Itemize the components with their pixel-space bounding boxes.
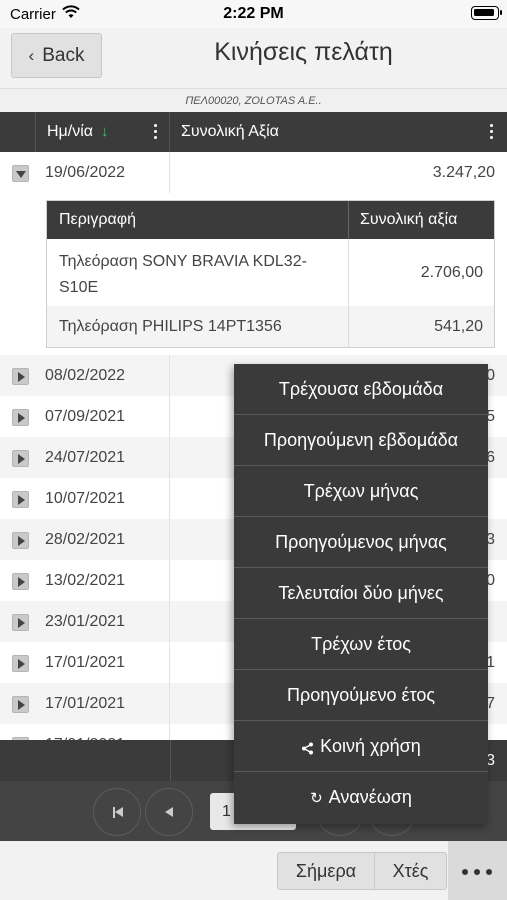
detail-row: Τηλεόραση SONY BRAVIA KDL32-S10E 2.706,0… bbox=[47, 239, 494, 311]
detail-row: Τηλεόραση PHILIPS 14PT1356 541,20 bbox=[47, 306, 494, 347]
expand-icon[interactable] bbox=[12, 409, 29, 426]
detail-description: Τηλεόραση SONY BRAVIA KDL32-S10E bbox=[47, 239, 349, 311]
battery-icon bbox=[471, 6, 502, 20]
previous-page-button[interactable] bbox=[145, 788, 193, 836]
navigation-bar: ‹ Back Κινήσεις πελάτη bbox=[0, 28, 507, 86]
row-detail: Περιγραφή Συνολική αξία Τηλεόραση SONY B… bbox=[0, 193, 507, 353]
detail-value: 541,20 bbox=[434, 317, 483, 335]
menu-item-refresh[interactable]: ↻ Ανανέωση bbox=[234, 772, 488, 823]
table-row-expanded[interactable]: 19/06/2022 3.247,20 bbox=[0, 152, 507, 193]
menu-item-last-two-months[interactable]: Τελευταίοι δύο μήνες bbox=[234, 568, 488, 619]
row-date: 08/02/2022 bbox=[36, 355, 170, 396]
menu-item-current-week[interactable]: Τρέχουσα εβδομάδα bbox=[234, 364, 488, 415]
first-page-button[interactable] bbox=[93, 788, 141, 836]
customer-label: ΠΕΛ00020, ZOLOTAS A.E.. bbox=[0, 88, 507, 112]
column-header-date[interactable]: Ημ/νία ↓ bbox=[36, 112, 170, 152]
clock: 2:22 PM bbox=[223, 5, 284, 22]
menu-item-previous-week[interactable]: Προηγούμενη εβδομάδα bbox=[234, 415, 488, 466]
row-date: 19/06/2022 bbox=[36, 152, 170, 193]
back-button[interactable]: ‹ Back bbox=[11, 33, 102, 78]
expand-icon[interactable] bbox=[12, 532, 29, 549]
yesterday-button[interactable]: Χτές bbox=[374, 852, 447, 890]
detail-table: Περιγραφή Συνολική αξία Τηλεόραση SONY B… bbox=[46, 200, 495, 348]
column-header-total[interactable]: Συνολική Αξία bbox=[170, 112, 507, 152]
today-button[interactable]: Σήμερα bbox=[277, 852, 375, 890]
row-date: 24/07/2021 bbox=[36, 437, 170, 478]
menu-item-current-year[interactable]: Τρέχων έτος bbox=[234, 619, 488, 670]
detail-column-value: Συνολική αξία bbox=[360, 211, 458, 228]
row-date: 13/02/2021 bbox=[36, 560, 170, 601]
row-total: 3.247,20 bbox=[432, 164, 495, 181]
column-menu-icon[interactable] bbox=[154, 124, 158, 142]
expand-icon[interactable] bbox=[12, 696, 29, 713]
more-button[interactable] bbox=[448, 841, 507, 900]
menu-item-current-month[interactable]: Τρέχων μήνας bbox=[234, 466, 488, 517]
date-filter-menu: Τρέχουσα εβδομάδα Προηγούμενη εβδομάδα Τ… bbox=[234, 364, 488, 824]
row-date: 17/01/2021 bbox=[36, 724, 170, 740]
row-date: 17/01/2021 bbox=[36, 642, 170, 683]
detail-value: 2.706,00 bbox=[420, 263, 483, 281]
row-date: 10/07/2021 bbox=[36, 478, 170, 519]
back-label: Back bbox=[42, 44, 85, 66]
grid-header: Ημ/νία ↓ Συνολική Αξία bbox=[0, 112, 507, 152]
bottom-toolbar: Σήμερα Χτές bbox=[0, 841, 507, 900]
sort-down-icon: ↓ bbox=[101, 123, 109, 140]
refresh-icon: ↻ bbox=[310, 790, 323, 807]
page-title: Κινήσεις πελάτη bbox=[214, 38, 393, 66]
share-icon bbox=[301, 722, 314, 773]
detail-header: Περιγραφή Συνολική αξία bbox=[47, 201, 494, 239]
row-date: 07/09/2021 bbox=[36, 396, 170, 437]
expand-icon[interactable] bbox=[12, 450, 29, 467]
expand-icon[interactable] bbox=[12, 655, 29, 672]
expand-icon[interactable] bbox=[12, 368, 29, 385]
status-bar: Carrier 2:22 PM bbox=[0, 0, 507, 28]
menu-item-previous-year[interactable]: Προηγούμενο έτος bbox=[234, 670, 488, 721]
detail-description: Τηλεόραση PHILIPS 14PT1356 bbox=[47, 306, 349, 347]
chevron-left-icon: ‹ bbox=[28, 45, 35, 65]
menu-item-share[interactable]: Κοινή χρήση bbox=[234, 721, 488, 772]
expand-icon[interactable] bbox=[12, 573, 29, 590]
expand-icon[interactable] bbox=[12, 614, 29, 631]
column-menu-icon[interactable] bbox=[490, 124, 494, 142]
row-date: 23/01/2021 bbox=[36, 601, 170, 642]
collapse-icon[interactable] bbox=[12, 165, 29, 182]
menu-item-previous-month[interactable]: Προηγούμενος μήνας bbox=[234, 517, 488, 568]
row-date: 28/02/2021 bbox=[36, 519, 170, 560]
detail-column-description: Περιγραφή bbox=[47, 201, 349, 239]
expand-icon[interactable] bbox=[12, 491, 29, 508]
row-date: 17/01/2021 bbox=[36, 683, 170, 724]
